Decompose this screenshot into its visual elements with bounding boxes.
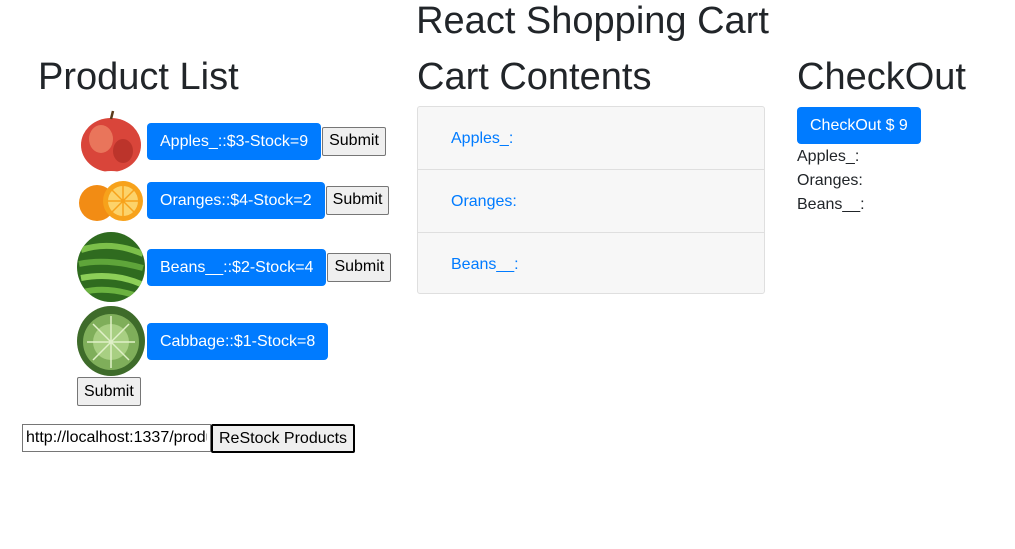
apple-icon: [77, 107, 145, 175]
product-item-cabbage: Cabbage::$1-Stock=8: [77, 306, 329, 376]
product-item-beans: Beans__::$2-Stock=4 Submit: [77, 232, 392, 302]
submit-button-apples[interactable]: Submit: [322, 126, 386, 156]
cabbage-icon: [77, 306, 145, 376]
cart-item-beans[interactable]: Beans__:: [418, 233, 764, 296]
green-beans-icon: [77, 232, 145, 302]
checkout-item-oranges: Oranges:: [797, 172, 863, 189]
product-button-oranges[interactable]: Oranges::$4-Stock=2: [147, 181, 325, 219]
submit-button-oranges[interactable]: Submit: [325, 185, 390, 215]
cart-item-apples[interactable]: Apples_:: [418, 107, 764, 170]
orange-icon: [77, 171, 145, 229]
submit-button-cabbage[interactable]: Submit: [77, 377, 141, 406]
restock-url-input[interactable]: [22, 424, 211, 452]
cart-item-oranges[interactable]: Oranges:: [418, 170, 764, 233]
cart-contents-title: Cart Contents: [417, 56, 652, 98]
checkout-item-apples: Apples_:: [797, 148, 860, 165]
checkout-item-beans: Beans__:: [797, 196, 865, 213]
checkout-title: CheckOut: [797, 56, 966, 98]
product-button-beans[interactable]: Beans__::$2-Stock=4: [147, 248, 327, 286]
product-button-apples[interactable]: Apples_::$3-Stock=9: [147, 122, 322, 160]
product-list-title: Product List: [38, 56, 239, 98]
product-button-cabbage[interactable]: Cabbage::$1-Stock=8: [147, 322, 329, 360]
page-title: React Shopping Cart: [416, 0, 769, 42]
restock-products-button[interactable]: ReStock Products: [211, 424, 356, 453]
product-item-oranges: Oranges::$4-Stock=2 Submit: [77, 171, 390, 229]
checkout-list: Apples_: Oranges: Beans__:: [797, 145, 865, 217]
submit-button-beans[interactable]: Submit: [327, 252, 392, 282]
cart-contents-list: Apples_: Oranges: Beans__:: [417, 106, 765, 294]
checkout-button[interactable]: CheckOut $ 9: [797, 107, 921, 144]
product-item-apples: Apples_::$3-Stock=9 Submit: [77, 107, 386, 175]
